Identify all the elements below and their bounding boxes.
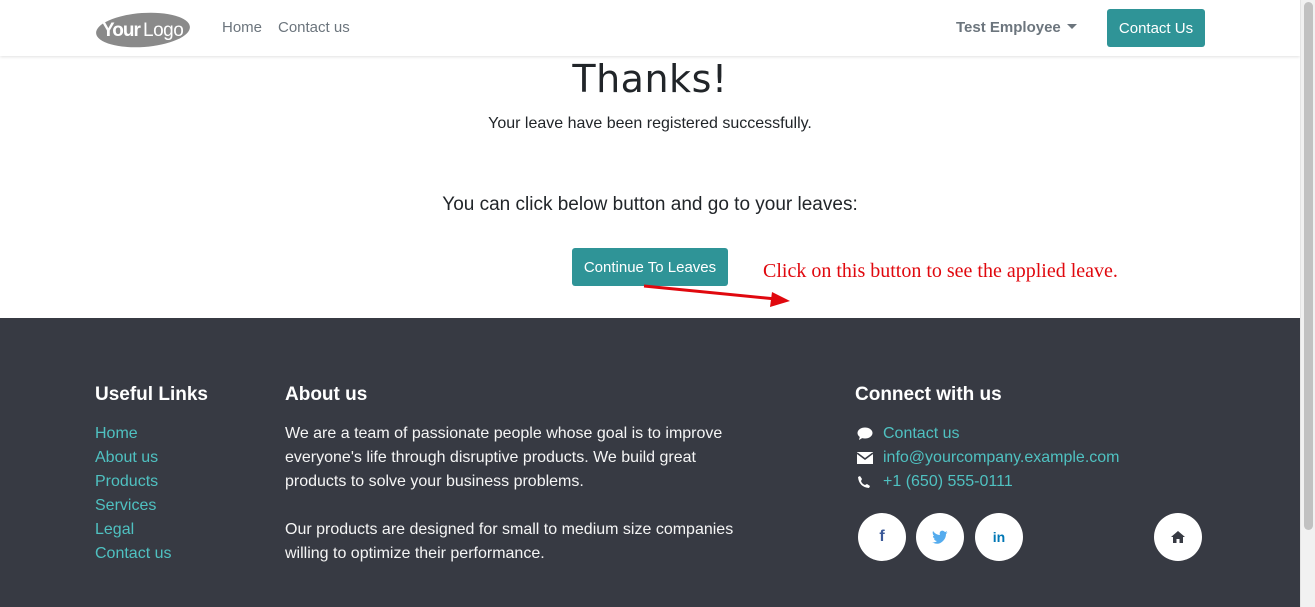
facebook-icon: f <box>879 528 885 545</box>
about-paragraph-2: Our products are designed for small to m… <box>285 521 734 562</box>
scrollbar-thumb[interactable] <box>1304 2 1313 530</box>
about-paragraph-1: We are a team of passionate people whose… <box>285 425 723 490</box>
connect-heading: Connect with us <box>855 384 1002 405</box>
annotation-note: Click on this button to see the applied … <box>763 260 1118 282</box>
linkedin-button[interactable]: in <box>975 513 1023 561</box>
footer-link-legal[interactable]: Legal <box>95 518 171 542</box>
useful-links-heading: Useful Links <box>95 384 208 405</box>
footer-link-contact[interactable]: Contact us <box>95 542 171 566</box>
phone-icon <box>857 475 883 489</box>
caret-down-icon <box>1066 23 1077 29</box>
footer: Useful Links Home About us Products Serv… <box>0 318 1300 607</box>
top-navbar: Your Logo Home Contact us Test Employee … <box>0 0 1300 56</box>
company-logo[interactable]: Your Logo <box>95 11 191 49</box>
twitter-button[interactable] <box>916 513 964 561</box>
about-text: We are a team of passionate people whose… <box>285 422 735 566</box>
connect-item-contact[interactable]: Contact us <box>857 422 1120 446</box>
nav-contact-link[interactable]: Contact us <box>278 19 350 36</box>
header-contact-button[interactable]: Contact Us <box>1107 9 1205 47</box>
page-title: Thanks! <box>572 57 728 101</box>
connect-item-phone[interactable]: +1 (650) 555-0111 <box>857 470 1120 494</box>
footer-link-services[interactable]: Services <box>95 494 171 518</box>
useful-links-list: Home About us Products Services Legal Co… <box>95 422 171 566</box>
connect-item-email[interactable]: info@yourcompany.example.com <box>857 446 1120 470</box>
success-message: Your leave have been registered successf… <box>488 115 812 132</box>
twitter-icon <box>932 530 948 544</box>
connect-contact-label: Contact us <box>883 425 960 442</box>
comment-icon <box>857 427 883 441</box>
connect-phone-label: +1 (650) 555-0111 <box>883 473 1013 490</box>
connect-email-label: info@yourcompany.example.com <box>883 449 1120 466</box>
envelope-icon <box>857 452 883 464</box>
footer-link-products[interactable]: Products <box>95 470 171 494</box>
connect-list: Contact us info@yourcompany.example.com … <box>857 422 1120 494</box>
home-button[interactable] <box>1154 513 1202 561</box>
nav-home-link[interactable]: Home <box>222 19 262 36</box>
user-name: Test Employee <box>956 19 1061 36</box>
linkedin-icon: in <box>992 529 1006 545</box>
svg-text:Your: Your <box>102 20 141 41</box>
about-heading: About us <box>285 384 368 405</box>
svg-text:Logo: Logo <box>143 20 183 41</box>
footer-link-home[interactable]: Home <box>95 422 171 446</box>
annotation-arrow-icon <box>643 284 790 307</box>
facebook-button[interactable]: f <box>858 513 906 561</box>
home-icon <box>1171 531 1185 543</box>
instruction-text: You can click below button and go to you… <box>442 194 858 215</box>
page-scrollbar[interactable] <box>1300 0 1315 607</box>
footer-link-about[interactable]: About us <box>95 446 171 470</box>
user-menu-dropdown[interactable]: Test Employee <box>956 19 1077 36</box>
